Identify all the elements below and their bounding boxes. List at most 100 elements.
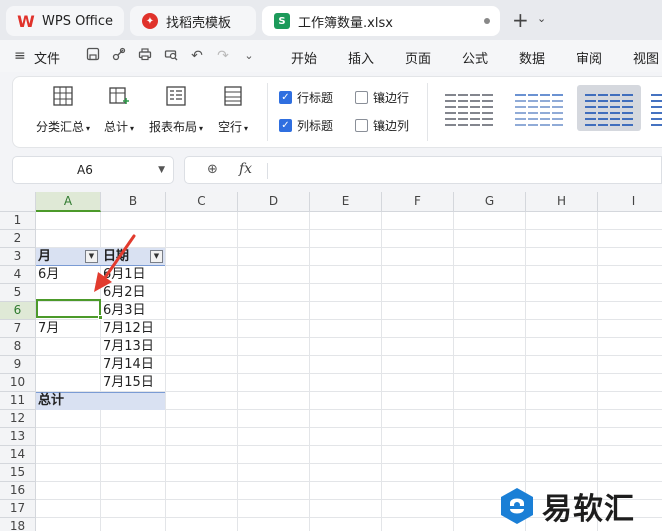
pivot-grand-total[interactable]: 总计: [36, 392, 64, 410]
row-header[interactable]: 11: [0, 392, 36, 410]
row-header[interactable]: 9: [0, 356, 36, 374]
undo-icon[interactable]: ↶: [188, 47, 206, 65]
column-header-c[interactable]: C: [166, 192, 238, 212]
column-header-i[interactable]: I: [598, 192, 662, 212]
checkbox-unchecked-icon: [355, 91, 368, 104]
pivot-header-month[interactable]: 月: [36, 248, 51, 266]
unsaved-dot-icon[interactable]: [484, 18, 490, 24]
grid-line: [36, 445, 662, 446]
column-headers-checkbox[interactable]: ✓ 列标题: [279, 117, 333, 134]
column-header-d[interactable]: D: [238, 192, 310, 212]
row-headers-checkbox[interactable]: ✓ 行标题: [279, 89, 333, 106]
hamburger-menu-icon[interactable]: ≡: [14, 48, 26, 64]
grid-line: [381, 212, 382, 531]
ribbon-pivot-design: 分类汇总▾ 总计▾ 报表布局▾ 空行▾ ✓ 行标题 镶边行 ✓ 列标题: [12, 76, 662, 148]
banded-columns-label: 镶边列: [373, 119, 410, 133]
row-header[interactable]: 18: [0, 518, 36, 531]
row-header[interactable]: 8: [0, 338, 36, 356]
grand-total-button[interactable]: 总计 ▾: [97, 85, 141, 135]
row-header[interactable]: 15: [0, 464, 36, 482]
grand-total-icon: [109, 87, 129, 104]
pivot-style-next-icon: [651, 94, 662, 126]
column-header-h[interactable]: H: [526, 192, 598, 212]
column-header-g[interactable]: G: [454, 192, 526, 212]
print-preview-icon[interactable]: [162, 47, 180, 65]
row-header[interactable]: 2: [0, 230, 36, 248]
name-box[interactable]: A6 ▼: [12, 156, 174, 184]
tab-bar: W WPS Office ✦ 找稻壳模板 S 工作簿数量.xlsx + ⌄: [0, 0, 662, 40]
row-header[interactable]: 5: [0, 284, 36, 302]
subtotal-icon: [53, 86, 73, 106]
tab-label: WPS Office: [42, 13, 114, 29]
redo-icon[interactable]: ↷: [214, 47, 232, 65]
report-layout-button[interactable]: 报表布局 ▾: [145, 85, 207, 135]
active-cell-selection[interactable]: [36, 299, 101, 318]
new-tab-plus-icon[interactable]: +: [512, 8, 529, 32]
banded-columns-checkbox[interactable]: 镶边列: [355, 117, 409, 134]
tab-workbook[interactable]: S 工作簿数量.xlsx: [262, 6, 500, 36]
row-headers-label: 行标题: [297, 91, 334, 105]
save-icon[interactable]: [84, 47, 102, 65]
row-header[interactable]: 14: [0, 446, 36, 464]
formula-bar[interactable]: ⊕ fx: [184, 156, 662, 184]
pivot-month-cell[interactable]: 7月: [36, 320, 59, 338]
menu-data[interactable]: 数据: [519, 48, 545, 67]
chevron-down-icon[interactable]: ⌄: [240, 47, 258, 65]
pivot-style-blue[interactable]: [507, 85, 571, 131]
menu-review[interactable]: 审阅: [576, 48, 602, 67]
row-header[interactable]: 17: [0, 500, 36, 518]
column-header-a[interactable]: A: [36, 192, 101, 212]
tab-wps-office[interactable]: W WPS Office: [6, 6, 124, 36]
pivot-style-light-icon: [445, 91, 493, 129]
menu-file[interactable]: 文件: [34, 48, 60, 67]
pivot-date-cell[interactable]: 7月13日: [101, 338, 154, 356]
row-header[interactable]: 16: [0, 482, 36, 500]
subtotal-label: 分类汇总: [35, 120, 84, 134]
row-header[interactable]: 1: [0, 212, 36, 230]
watermark: 易软汇: [498, 484, 635, 528]
row-header[interactable]: 7: [0, 320, 36, 338]
tab-template[interactable]: ✦ 找稻壳模板: [130, 6, 256, 36]
share-icon[interactable]: [110, 47, 128, 65]
print-icon[interactable]: [136, 47, 154, 65]
blank-rows-label: 空行: [217, 120, 242, 134]
row-header[interactable]: 10: [0, 374, 36, 392]
column-header-b[interactable]: B: [101, 192, 166, 212]
select-all-corner[interactable]: [0, 192, 36, 212]
pivot-style-next[interactable]: [647, 85, 662, 131]
pivot-style-selected-icon: [585, 91, 633, 129]
fill-handle[interactable]: [98, 315, 103, 320]
pivot-date-cell[interactable]: 6月3日: [101, 302, 146, 320]
row-header[interactable]: 3: [0, 248, 36, 266]
row-header[interactable]: 13: [0, 428, 36, 446]
menu-formula[interactable]: 公式: [462, 48, 488, 67]
chevron-down-icon[interactable]: ▼: [158, 165, 165, 175]
blank-rows-button[interactable]: 空行 ▾: [211, 85, 255, 135]
fx-icon[interactable]: fx: [239, 161, 252, 177]
chevron-down-icon[interactable]: ⌄: [537, 12, 546, 25]
red-arrow-icon: [94, 234, 136, 292]
pivot-style-selected[interactable]: [577, 85, 641, 131]
checkbox-checked-icon: ✓: [279, 119, 292, 132]
menu-page[interactable]: 页面: [405, 48, 431, 67]
menu-view[interactable]: 视图: [633, 48, 659, 67]
menu-home[interactable]: 开始: [291, 48, 317, 67]
pivot-date-cell[interactable]: 7月15日: [101, 374, 154, 392]
banded-rows-checkbox[interactable]: 镶边行: [355, 89, 409, 106]
zoom-icon[interactable]: ⊕: [207, 162, 218, 177]
row-header[interactable]: 12: [0, 410, 36, 428]
grid-line: [309, 212, 310, 531]
row-header[interactable]: 4: [0, 266, 36, 284]
column-header-e[interactable]: E: [310, 192, 382, 212]
row-header-selected[interactable]: 6: [0, 302, 36, 320]
subtotal-button[interactable]: 分类汇总 ▾: [31, 85, 95, 135]
pivot-style-light[interactable]: [437, 85, 501, 131]
filter-dropdown-icon[interactable]: ▼: [150, 250, 163, 263]
wps-logo-icon: W: [17, 11, 35, 31]
pivot-month-cell[interactable]: 6月: [36, 266, 59, 284]
grid-line: [36, 229, 662, 230]
pivot-date-cell[interactable]: 7月12日: [101, 320, 154, 338]
pivot-date-cell[interactable]: 7月14日: [101, 356, 154, 374]
column-header-f[interactable]: F: [382, 192, 454, 212]
menu-insert[interactable]: 插入: [348, 48, 374, 67]
